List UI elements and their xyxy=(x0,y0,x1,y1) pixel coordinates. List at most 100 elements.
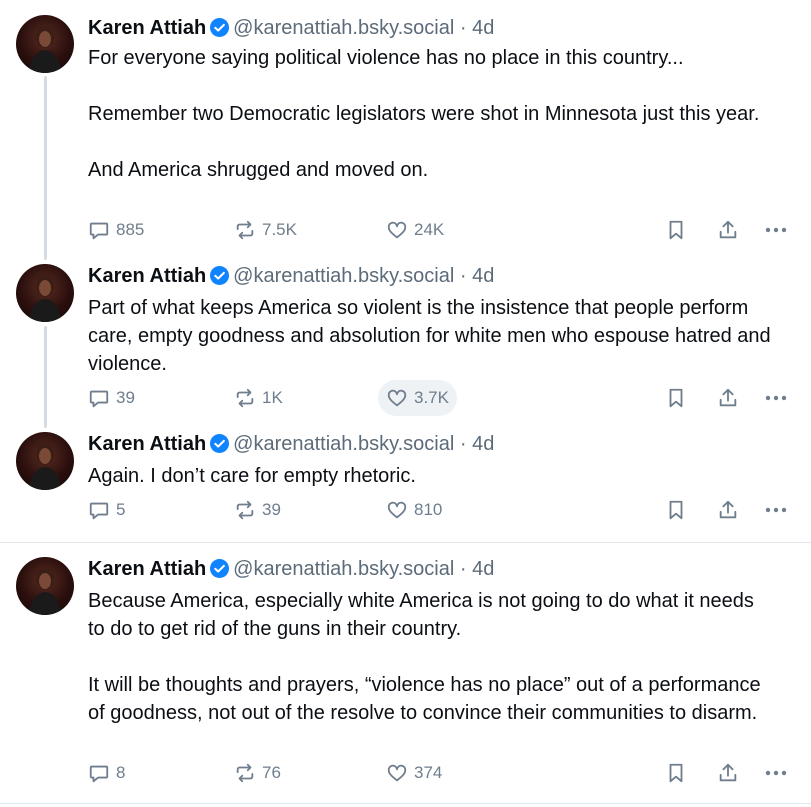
reply-button[interactable]: 8 xyxy=(80,755,133,791)
share-button[interactable] xyxy=(710,212,746,248)
bookmark-icon xyxy=(669,763,683,783)
like-count: 810 xyxy=(414,500,443,519)
author-handle[interactable]: @karenattiah.bsky.social xyxy=(233,558,454,580)
post-timestamp[interactable]: 4d xyxy=(472,433,494,455)
separator-dot: · xyxy=(459,265,467,287)
like-button[interactable]: 374 xyxy=(378,755,450,791)
post-divider xyxy=(0,803,811,804)
verified-check-icon xyxy=(210,558,230,578)
post-3[interactable]: Karen Attiah @karenattiah.bsky.social · 4… xyxy=(0,430,811,530)
avatar[interactable] xyxy=(16,557,74,615)
author-name[interactable]: Karen Attiah xyxy=(88,433,206,455)
post-timestamp[interactable]: 4d xyxy=(472,265,494,287)
thread-feed: Karen Attiah @karenattiah.bsky.social · 4… xyxy=(0,0,811,807)
heart-icon xyxy=(387,389,407,407)
ellipsis-icon xyxy=(765,507,787,513)
verified-check-icon xyxy=(210,265,230,285)
ellipsis-icon xyxy=(765,770,787,776)
post-actions: 5 39 810 xyxy=(80,492,800,528)
avatar[interactable] xyxy=(16,432,74,490)
speech-bubble-icon xyxy=(89,502,109,520)
repost-arrows-icon xyxy=(236,388,254,408)
reply-count: 39 xyxy=(116,388,135,407)
share-upload-icon xyxy=(719,388,737,407)
post-4[interactable]: Karen Attiah @karenattiah.bsky.social · 4… xyxy=(0,555,811,795)
post-paragraph: Because America, especially white Americ… xyxy=(88,590,754,640)
reply-count: 885 xyxy=(116,220,145,239)
author-handle[interactable]: @karenattiah.bsky.social xyxy=(233,265,454,287)
repost-button[interactable]: 1K xyxy=(226,380,291,416)
reply-button[interactable]: 5 xyxy=(80,492,133,528)
heart-icon xyxy=(387,221,407,239)
repost-count: 76 xyxy=(262,763,281,782)
verified-check-icon xyxy=(210,17,230,37)
share-upload-icon xyxy=(719,763,737,782)
post-header: Karen Attiah @karenattiah.bsky.social · 4… xyxy=(88,430,494,458)
author-handle[interactable]: @karenattiah.bsky.social xyxy=(233,17,454,39)
like-button[interactable]: 3.7K xyxy=(378,380,457,416)
post-timestamp[interactable]: 4d xyxy=(472,558,494,580)
repost-arrows-icon xyxy=(236,500,254,520)
share-button[interactable] xyxy=(710,380,746,416)
more-options-button[interactable] xyxy=(758,212,794,248)
speech-bubble-icon xyxy=(89,765,109,783)
post-text: Because America, especially white Americ… xyxy=(88,587,771,727)
post-paragraph: For everyone saying political violence h… xyxy=(88,47,684,69)
repost-count: 1K xyxy=(262,388,283,407)
heart-icon xyxy=(387,501,407,519)
reply-button[interactable]: 39 xyxy=(80,380,143,416)
more-options-button[interactable] xyxy=(758,492,794,528)
post-header: Karen Attiah @karenattiah.bsky.social · 4… xyxy=(88,555,494,583)
author-name[interactable]: Karen Attiah xyxy=(88,265,206,287)
like-button[interactable]: 24K xyxy=(378,212,452,248)
repost-arrows-icon xyxy=(236,763,254,783)
post-text: For everyone saying political violence h… xyxy=(88,44,771,184)
post-header: Karen Attiah @karenattiah.bsky.social · 4… xyxy=(88,14,494,42)
more-options-button[interactable] xyxy=(758,380,794,416)
more-options-button[interactable] xyxy=(758,755,794,791)
post-2[interactable]: Karen Attiah @karenattiah.bsky.social · 4… xyxy=(0,262,811,422)
bookmark-icon xyxy=(669,388,683,408)
repost-arrows-icon xyxy=(236,220,254,240)
separator-dot: · xyxy=(459,558,467,580)
post-divider xyxy=(0,542,811,543)
post-actions: 8 76 374 xyxy=(80,755,800,791)
post-actions: 39 1K 3.7K xyxy=(80,380,800,416)
share-button[interactable] xyxy=(710,755,746,791)
author-name[interactable]: Karen Attiah xyxy=(88,17,206,39)
like-count: 374 xyxy=(414,763,443,782)
repost-button[interactable]: 76 xyxy=(226,755,289,791)
post-1[interactable]: Karen Attiah @karenattiah.bsky.social · 4… xyxy=(0,14,811,250)
post-paragraph: Part of what keeps America so violent is… xyxy=(88,297,771,375)
repost-button[interactable]: 7.5K xyxy=(226,212,305,248)
post-timestamp[interactable]: 4d xyxy=(472,17,494,39)
like-count: 24K xyxy=(414,220,445,239)
bookmark-button[interactable] xyxy=(658,212,694,248)
repost-button[interactable]: 39 xyxy=(226,492,289,528)
reply-button[interactable]: 885 xyxy=(80,212,152,248)
reply-count: 8 xyxy=(116,763,126,782)
reply-count: 5 xyxy=(116,500,126,519)
post-paragraph: Remember two Democratic legislators were… xyxy=(88,103,760,125)
share-upload-icon xyxy=(719,220,737,239)
author-name[interactable]: Karen Attiah xyxy=(88,558,206,580)
heart-icon xyxy=(387,764,407,782)
post-text: Part of what keeps America so violent is… xyxy=(88,294,771,378)
share-button[interactable] xyxy=(710,492,746,528)
post-paragraph: And America shrugged and moved on. xyxy=(88,159,429,181)
bookmark-button[interactable] xyxy=(658,755,694,791)
repost-count: 39 xyxy=(262,500,281,519)
speech-bubble-icon xyxy=(89,222,109,240)
separator-dot: · xyxy=(459,17,467,39)
bookmark-button[interactable] xyxy=(658,380,694,416)
bookmark-button[interactable] xyxy=(658,492,694,528)
avatar[interactable] xyxy=(16,15,74,73)
post-paragraph: Again. I don’t care for empty rhetoric. xyxy=(88,465,416,487)
verified-check-icon xyxy=(210,433,230,453)
post-header: Karen Attiah @karenattiah.bsky.social · 4… xyxy=(88,262,494,290)
author-handle[interactable]: @karenattiah.bsky.social xyxy=(233,433,454,455)
like-button[interactable]: 810 xyxy=(378,492,450,528)
avatar[interactable] xyxy=(16,264,74,322)
bookmark-icon xyxy=(669,500,683,520)
speech-bubble-icon xyxy=(89,390,109,408)
